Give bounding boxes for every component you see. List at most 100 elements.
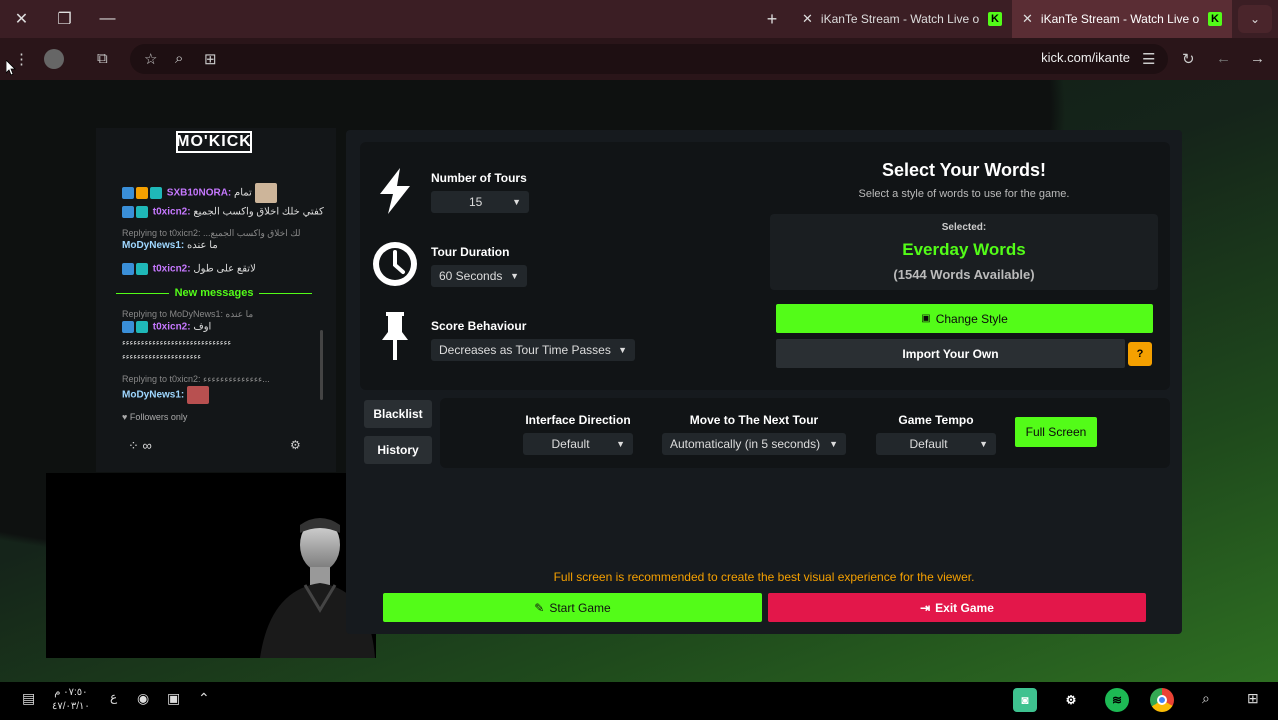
- extensions-icon[interactable]: ⧉: [97, 50, 108, 67]
- tour-duration-select[interactable]: 60 Seconds ▼: [431, 265, 527, 287]
- chat-message: t0xicn2: اوف: [122, 321, 211, 333]
- spotify-icon[interactable]: ≋: [1105, 688, 1129, 712]
- lightning-icon: [380, 168, 410, 214]
- next-tour-select[interactable]: Automatically (in 5 seconds) ▼: [662, 433, 846, 455]
- windows-start-icon[interactable]: ⊞: [1247, 690, 1259, 707]
- kick-favicon-icon: K: [988, 12, 1002, 26]
- reply-context: Replying to t0xicn2: ءءءءءءءءءءءءءء...: [122, 374, 270, 384]
- chevron-down-icon: ▼: [616, 439, 625, 449]
- crown-badge-icon: [136, 187, 148, 199]
- chat-username[interactable]: MoDyNews1:: [122, 390, 184, 401]
- close-tab-icon[interactable]: ✕: [802, 11, 813, 27]
- history-button[interactable]: History: [364, 436, 432, 464]
- chevron-down-icon: ▼: [510, 271, 519, 281]
- discord-tray-icon[interactable]: ◉: [137, 690, 149, 707]
- search-icon[interactable]: ⌕: [1202, 690, 1210, 707]
- pin-icon: [382, 312, 408, 360]
- menu-dots-icon[interactable]: ⋮: [14, 50, 29, 68]
- chevron-down-icon: ▼: [829, 439, 838, 449]
- selected-style-name: Everday Words: [902, 240, 1026, 259]
- full-screen-notice: Full screen is recommended to create the…: [553, 570, 975, 584]
- tab-2[interactable]: ✕ iKanTe Stream - Watch Live on Kick K: [1012, 0, 1232, 38]
- forward-icon[interactable]: ←: [1216, 50, 1231, 67]
- selected-words-box: Selected: Everday Words (1544 Words Avai…: [770, 214, 1158, 290]
- badge-icon: [122, 206, 134, 218]
- chat-scrollbar[interactable]: [320, 330, 323, 400]
- exit-game-button[interactable]: ⇥ Exit Game: [768, 593, 1146, 622]
- browser-toolbar: ⋮ ⧉ ☆ ⌕ ⊞ kick.com/ikante ☰ ↻ ← →: [0, 38, 1278, 80]
- exit-game-label: Exit Game: [935, 600, 994, 615]
- blacklist-button[interactable]: Blacklist: [364, 400, 432, 428]
- reply-context: Replying to MoDyNews1: ما عنده: [122, 309, 254, 319]
- bookmark-star-icon[interactable]: ☆: [144, 50, 157, 68]
- chat-username[interactable]: t0xicn2:: [153, 322, 191, 333]
- notifications-icon[interactable]: ▤: [22, 690, 35, 707]
- game-tempo-select[interactable]: Default ▼: [876, 433, 996, 455]
- minimize-window-icon[interactable]: —: [86, 10, 129, 28]
- chevron-down-icon: ▼: [618, 345, 627, 355]
- pencil-icon: ✎: [534, 600, 545, 615]
- chat-text: اوف: [193, 321, 212, 333]
- next-tour-value: Automatically (in 5 seconds): [670, 437, 821, 451]
- emote-image: [187, 386, 210, 404]
- help-icon[interactable]: ?: [1128, 342, 1152, 366]
- input-language[interactable]: ع: [110, 690, 117, 704]
- zoom-icon[interactable]: ⌕: [175, 50, 183, 67]
- sub-badge-icon: [136, 321, 148, 333]
- badge-icon: [122, 321, 134, 333]
- translate-icon[interactable]: ⊞: [204, 50, 217, 68]
- steam-icon[interactable]: ⚙: [1059, 688, 1083, 712]
- words-available-count: (1544 Words Available): [893, 267, 1035, 282]
- chat-text-line: ءءءءءءءءءءءءءءءءءءءءءءءءءءءءء: [122, 338, 232, 347]
- chat-text: ما عنده: [187, 240, 218, 251]
- new-messages-label: New messages: [174, 287, 254, 299]
- window-controls: ✕ ❐ —: [0, 9, 129, 29]
- interface-direction-select[interactable]: Default ▼: [523, 433, 633, 455]
- mouse-cursor-icon: [6, 60, 16, 76]
- chat-username[interactable]: t0xicn2:: [153, 264, 191, 275]
- infinity-icon[interactable]: ∞: [143, 438, 152, 453]
- heart-icon: ♥: [122, 412, 128, 422]
- address-bar[interactable]: [130, 44, 1168, 74]
- chevron-up-icon[interactable]: ⌃: [198, 690, 210, 707]
- chat-text: لاتقع على طول: [193, 263, 256, 275]
- chat-footer: ⁘ ∞: [128, 438, 152, 454]
- tab-search-icon[interactable]: ⌄: [1238, 5, 1272, 33]
- number-of-tours-select[interactable]: 15 ▼: [431, 191, 529, 213]
- full-screen-button[interactable]: Full Screen: [1015, 417, 1097, 447]
- tab-1[interactable]: ✕ iKanTe Stream - Watch Live on Kick K: [792, 0, 1012, 38]
- share-icon[interactable]: ⁘: [128, 438, 139, 453]
- new-tab-button[interactable]: +: [752, 9, 792, 30]
- exit-icon: ⇥: [920, 600, 931, 615]
- new-messages-divider: New messages: [116, 287, 313, 299]
- image-icon: ▣: [921, 313, 931, 324]
- kick-favicon-icon: K: [1208, 12, 1222, 26]
- number-of-tours-label: Number of Tours: [431, 171, 527, 185]
- taskbar: [0, 682, 1278, 720]
- tab-label: iKanTe Stream - Watch Live on Kick: [1040, 12, 1200, 26]
- score-behaviour-value: Decreases as Tour Time Passes: [439, 343, 611, 357]
- score-behaviour-select[interactable]: Decreases as Tour Time Passes ▼: [431, 339, 635, 361]
- profile-avatar[interactable]: [44, 49, 64, 69]
- gear-icon[interactable]: ⚙: [290, 438, 301, 452]
- reload-icon[interactable]: ↻: [1182, 50, 1195, 68]
- system-clock[interactable]: ٠٧:٥٠ م ٤٧/٠٣/١٠: [52, 686, 90, 714]
- chrome-icon[interactable]: [1150, 688, 1174, 712]
- chat-username[interactable]: MoDyNews1:: [122, 240, 184, 251]
- site-settings-icon[interactable]: ☰: [1142, 50, 1155, 68]
- score-behaviour-label: Score Behaviour: [431, 319, 527, 333]
- change-style-button[interactable]: ▣ Change Style: [776, 304, 1153, 333]
- start-game-label: Start Game: [549, 600, 611, 615]
- capture-tray-icon[interactable]: ▣: [167, 690, 180, 707]
- chat-username[interactable]: SXB10NORA:: [167, 188, 231, 199]
- import-your-own-button[interactable]: Import Your Own: [776, 339, 1125, 368]
- sub-badge-icon: [136, 263, 148, 275]
- url-text[interactable]: kick.com/ikante: [1041, 50, 1130, 65]
- chat-username[interactable]: t0xicn2:: [153, 207, 191, 218]
- restore-window-icon[interactable]: ❐: [43, 9, 86, 29]
- close-window-icon[interactable]: ✕: [0, 9, 43, 29]
- app-taskbar-icon[interactable]: ◙: [1013, 688, 1037, 712]
- start-game-button[interactable]: ✎ Start Game: [383, 593, 762, 622]
- back-icon[interactable]: →: [1250, 50, 1265, 67]
- close-tab-icon[interactable]: ✕: [1022, 11, 1033, 27]
